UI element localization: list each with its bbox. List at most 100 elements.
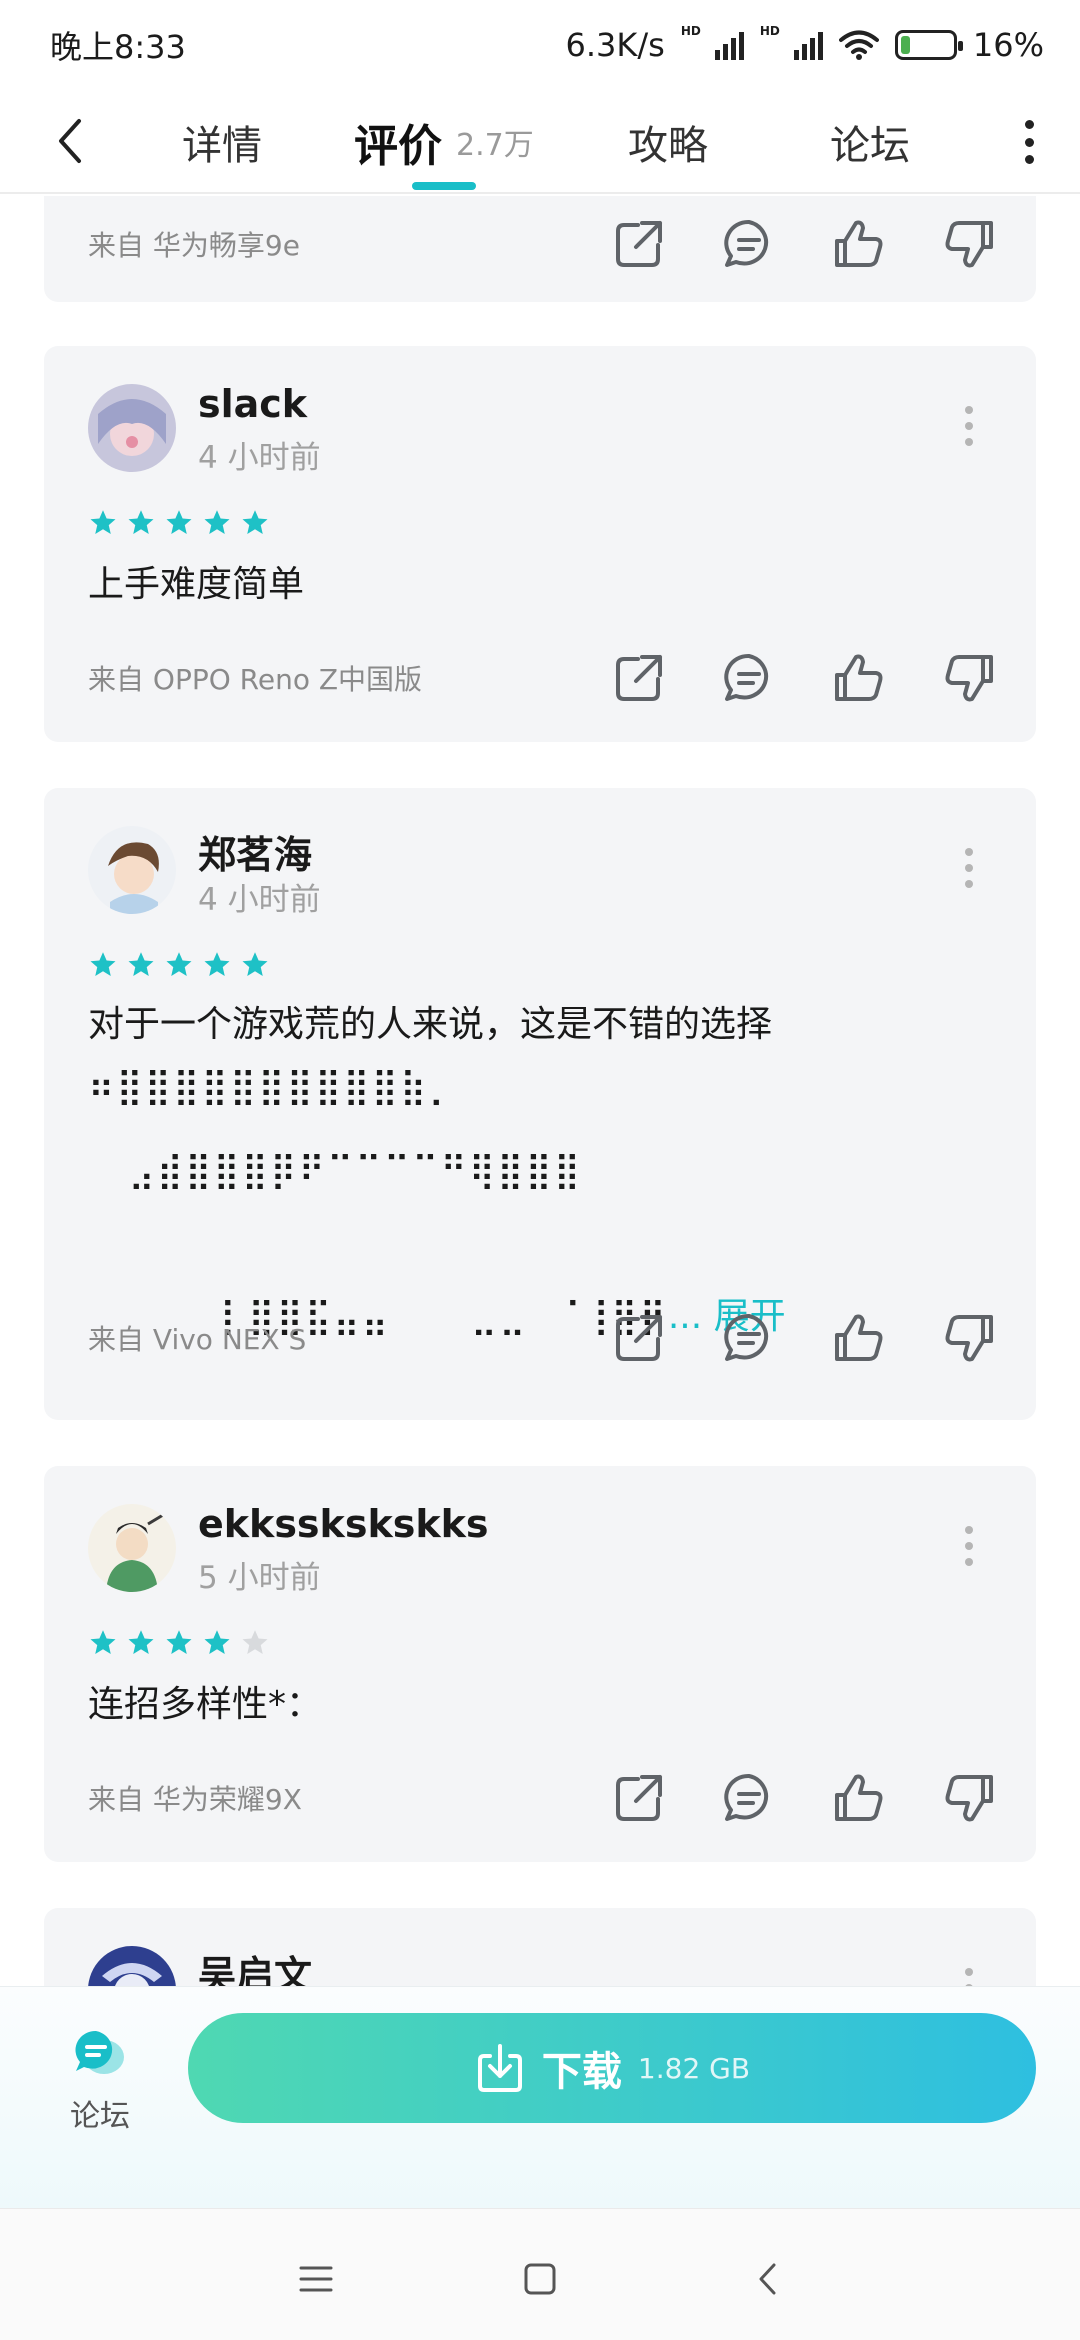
download-label: 下载 (541, 2049, 622, 2095)
rating-stars (88, 1628, 270, 1658)
review-username[interactable]: slack (198, 382, 307, 426)
review-content-line: ⠶⣿⣿⣿⣿⣿⣿⣿⣿⣿⣿⣷⡀ (88, 1066, 457, 1107)
star-filled-icon (126, 508, 156, 538)
thumbs-down-icon[interactable] (942, 217, 996, 271)
review-content-line: 对于一个游戏荒的人来说，这是不错的选择 (88, 1004, 773, 1045)
share-icon[interactable] (612, 651, 666, 705)
thumbs-down-icon[interactable] (942, 1311, 996, 1365)
star-filled-icon (164, 508, 194, 538)
hd-badge: HD (680, 24, 701, 38)
tab-guide-label: 攻略 (628, 123, 708, 169)
share-icon[interactable] (612, 1771, 666, 1825)
thumbs-down-icon[interactable] (942, 1771, 996, 1825)
more-menu-button[interactable] (1014, 120, 1044, 164)
avatar[interactable] (88, 826, 176, 914)
share-icon[interactable] (612, 1311, 666, 1365)
avatar[interactable] (88, 1504, 176, 1592)
comment-icon[interactable] (722, 1771, 776, 1825)
review-actions (612, 217, 996, 271)
review-time: 4 小时前 (198, 882, 321, 918)
rating-stars (88, 950, 270, 980)
review-device: 来自 华为荣耀9X (88, 1783, 302, 1816)
avatar[interactable] (88, 1946, 176, 1986)
review-more-button[interactable] (962, 406, 976, 446)
rating-stars (88, 508, 270, 538)
home-square-icon (524, 2263, 556, 2295)
star-filled-icon (202, 508, 232, 538)
review-more-button[interactable] (962, 848, 976, 888)
review-footer: 来自 Vivo NEX S (88, 1308, 996, 1368)
thumbs-up-icon[interactable] (832, 1771, 886, 1825)
forum-label: 论坛 (70, 2099, 130, 2134)
star-filled-icon (126, 950, 156, 980)
tab-indicator (412, 182, 476, 190)
back-button[interactable] (0, 89, 140, 193)
nav-back-button[interactable] (738, 2249, 798, 2309)
review-footer: 来自 华为畅享9e (88, 214, 996, 274)
tab-guide[interactable]: 攻略 (628, 90, 708, 194)
tab-forum-label: 论坛 (830, 123, 910, 169)
signal-icon (714, 30, 744, 60)
star-filled-icon (202, 950, 232, 980)
review-footer: 来自 OPPO Reno Z中国版 (88, 648, 996, 708)
star-filled-icon (164, 950, 194, 980)
review-device: 来自 华为畅享9e (88, 229, 300, 262)
battery-icon (894, 30, 963, 60)
menu-icon (299, 2266, 333, 2292)
review-username[interactable]: ekksskskskks (198, 1502, 489, 1546)
forum-button[interactable]: 论坛 (50, 2027, 150, 2167)
comment-icon[interactable] (722, 217, 776, 271)
review-content-line: ⣠⣾⣿⣿⣿⡿⠟⠉⠉⠉⠉⠛⢿⣿⣿⣿ (88, 1150, 583, 1191)
bottom-action-bar: 论坛 下载 1.82 GB (0, 1986, 1080, 2208)
tab-reviews[interactable]: 评价 2.7万 (354, 90, 534, 194)
review-card: ekksskskskks 5 小时前 连招多样性*： 来自 华为荣耀9X (44, 1466, 1036, 1862)
tab-forum[interactable]: 论坛 (830, 90, 910, 194)
star-empty-icon (240, 1628, 270, 1658)
avatar[interactable] (88, 384, 176, 472)
star-filled-icon (202, 1628, 232, 1658)
tab-details-label: 详情 (182, 123, 262, 169)
nav-home-button[interactable] (510, 2249, 570, 2309)
hd-badge-2: HD (759, 24, 780, 38)
review-time: 5 小时前 (198, 1560, 321, 1596)
review-content: 上手难度简单 (88, 564, 305, 605)
thumbs-up-icon[interactable] (832, 1311, 886, 1365)
status-bar: 晚上8:33 6.3K/s HD HD 16% (0, 0, 1080, 90)
review-more-button[interactable] (962, 1526, 976, 1566)
review-username[interactable]: 郑茗海 (198, 824, 312, 879)
review-device: 来自 Vivo NEX S (88, 1323, 307, 1356)
star-filled-icon (126, 1628, 156, 1658)
thumbs-down-icon[interactable] (942, 651, 996, 705)
review-card: 来自 华为畅享9e (44, 196, 1036, 302)
tab-details[interactable]: 详情 (182, 90, 262, 194)
status-indicators: 6.3K/s HD HD 16% (566, 24, 1044, 64)
tab-reviews-label: 评价 (354, 121, 442, 172)
review-footer: 来自 华为荣耀9X (88, 1768, 996, 1828)
thumbs-up-icon[interactable] (832, 651, 886, 705)
download-button[interactable]: 下载 1.82 GB (188, 2013, 1036, 2123)
review-card: slack 4 小时前 上手难度简单 来自 OPPO Reno Z中国版 (44, 346, 1036, 742)
signal-icon-2 (793, 30, 823, 60)
status-time: 晚上8:33 (50, 28, 186, 66)
nav-menu-button[interactable] (286, 2249, 346, 2309)
review-more-button[interactable] (962, 1968, 976, 1986)
review-content: 连招多样性*： (88, 1684, 323, 1725)
battery-percent: 16% (972, 26, 1044, 64)
star-filled-icon (88, 508, 118, 538)
thumbs-up-icon[interactable] (832, 217, 886, 271)
forum-icon (75, 2030, 124, 2074)
star-filled-icon (88, 1628, 118, 1658)
review-card: 郑茗海 4 小时前 对于一个游戏荒的人来说，这是不错的选择 ⠶⣿⣿⣿⣿⣿⣿⣿⣿⣿… (44, 788, 1036, 1420)
review-list[interactable]: 来自 华为畅享9e slack 4 小时前 上手难度简单 来自 OPPO Ren… (0, 196, 1080, 1986)
review-username[interactable]: 吴启文 (198, 1944, 312, 1986)
wifi-icon (838, 30, 879, 60)
comment-icon[interactable] (722, 1311, 776, 1365)
share-icon[interactable] (612, 217, 666, 271)
review-time: 4 小时前 (198, 440, 321, 476)
system-nav-bar (0, 2208, 1080, 2340)
review-card: 吴启文 (44, 1908, 1036, 1986)
download-size: 1.82 GB (637, 2051, 751, 2085)
review-actions (612, 651, 996, 705)
comment-icon[interactable] (722, 651, 776, 705)
download-icon (477, 2044, 522, 2092)
